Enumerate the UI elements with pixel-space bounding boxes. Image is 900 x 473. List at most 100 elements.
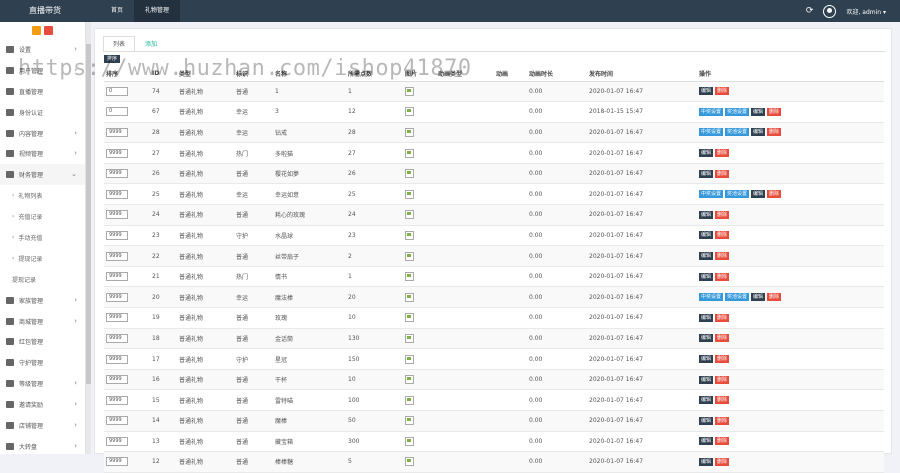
sidebar-item[interactable]: › 礼物列表 <box>0 185 85 206</box>
delete-button[interactable]: 删除 <box>715 334 730 343</box>
delete-button[interactable]: 删除 <box>715 149 730 158</box>
delete-button[interactable]: 删除 <box>715 231 730 240</box>
edit-button[interactable]: 编辑 <box>699 416 714 425</box>
edit-button[interactable]: 编辑 <box>699 149 714 158</box>
sort-order-input[interactable]: 0 <box>106 107 128 117</box>
gift-name: 樱花如夢 <box>275 171 300 179</box>
edit-button[interactable]: 编辑 <box>699 396 714 405</box>
win-settings-button[interactable]: 中奖设置 <box>699 293 724 302</box>
tab-add[interactable]: 添加 <box>135 36 167 52</box>
sort-order-input[interactable]: 0 <box>106 86 128 96</box>
delete-button[interactable]: 删除 <box>715 416 730 425</box>
delete-button[interactable]: 删除 <box>715 169 730 178</box>
edit-button[interactable]: 编辑 <box>751 190 766 199</box>
edit-button[interactable]: 编辑 <box>699 252 714 261</box>
edit-button[interactable]: 编辑 <box>699 457 714 466</box>
sidebar-item[interactable]: 店铺管理 › <box>0 415 85 436</box>
delete-button[interactable]: 删除 <box>715 313 730 322</box>
win-settings-button[interactable]: 中奖设置 <box>699 107 724 116</box>
table-row: 9999 12 普通礼物 普通 棒棒糖 5 0.00 2020-01-07 16:47 编辑 删除 <box>104 451 884 473</box>
home-icon[interactable] <box>32 26 41 35</box>
delete-button[interactable]: 删除 <box>715 355 730 364</box>
sidebar-item[interactable]: 守护管理 <box>0 352 85 373</box>
pool-settings-button[interactable]: 奖池设置 <box>725 107 750 116</box>
topnav-home[interactable]: 首页 <box>100 0 134 22</box>
win-settings-button[interactable]: 中奖设置 <box>699 128 724 137</box>
sort-order-input[interactable]: 9999 <box>106 148 128 158</box>
sort-order-input[interactable]: 9999 <box>106 436 128 446</box>
edit-button[interactable]: 编辑 <box>751 293 766 302</box>
delete-button[interactable]: 删除 <box>715 437 730 446</box>
sort-order-input[interactable]: 9999 <box>106 272 128 282</box>
edit-button[interactable]: 编辑 <box>699 334 714 343</box>
delete-button[interactable]: 删除 <box>715 396 730 405</box>
refresh-icon[interactable]: ⟳ <box>806 6 814 16</box>
sidebar-item[interactable]: 红包管理 <box>0 331 85 352</box>
topnav-gift-management[interactable]: 礼物管理 <box>134 0 181 22</box>
sort-order-input[interactable]: 9999 <box>106 169 128 179</box>
delete-button[interactable]: 删除 <box>715 375 730 384</box>
edit-button[interactable]: 编辑 <box>699 313 714 322</box>
edit-button[interactable]: 编辑 <box>699 437 714 446</box>
sidebar-item[interactable]: 家族管理 › <box>0 290 85 311</box>
edit-button[interactable]: 编辑 <box>751 128 766 137</box>
edit-button[interactable]: 编辑 <box>699 272 714 281</box>
sidebar-scroll-thumb[interactable] <box>86 44 91 384</box>
sidebar-item[interactable]: 商城管理 › <box>0 311 85 332</box>
sort-order-input[interactable]: 9999 <box>106 457 128 467</box>
sidebar-item[interactable]: 直播管理 <box>0 81 85 102</box>
sort-order-input[interactable]: 9999 <box>106 333 128 343</box>
edit-button[interactable]: 编辑 <box>699 375 714 384</box>
edit-button[interactable]: 编辑 <box>699 169 714 178</box>
sort-order-input[interactable]: 9999 <box>106 210 128 220</box>
edit-button[interactable]: 编辑 <box>699 210 714 219</box>
gift-price: 50 <box>348 417 356 425</box>
sort-order-input[interactable]: 9999 <box>106 251 128 261</box>
sidebar-item[interactable]: › 提现记录 <box>0 248 85 269</box>
trash-icon[interactable] <box>44 26 53 35</box>
edit-button[interactable]: 编辑 <box>699 87 714 96</box>
sidebar-item[interactable]: 用户管理 › <box>0 60 85 81</box>
pool-settings-button[interactable]: 奖池设置 <box>725 293 750 302</box>
sidebar-item[interactable]: 设置 › <box>0 39 85 60</box>
sidebar-item[interactable]: 内容管理 › <box>0 123 85 144</box>
edit-button[interactable]: 编辑 <box>699 355 714 364</box>
sidebar-item[interactable]: › 充值记录 <box>0 206 85 227</box>
sort-order-input[interactable]: 9999 <box>106 127 128 137</box>
sidebar-item[interactable]: 邀请奖励 › <box>0 394 85 415</box>
sidebar-item[interactable]: 视频管理 › <box>0 143 85 164</box>
sort-order-input[interactable]: 9999 <box>106 395 128 405</box>
sidebar-item[interactable]: 身份认证 <box>0 102 85 123</box>
edit-button[interactable]: 编辑 <box>751 107 766 116</box>
edit-button[interactable]: 编辑 <box>699 231 714 240</box>
delete-button[interactable]: 删除 <box>715 457 730 466</box>
sort-button[interactable]: 排序 <box>104 55 121 63</box>
sidebar-item[interactable]: 财务管理 ⌄ <box>0 164 85 186</box>
delete-button[interactable]: 删除 <box>715 87 730 96</box>
sort-order-input[interactable]: 9999 <box>106 230 128 240</box>
user-menu[interactable]: 欢迎, admin ▾ <box>846 7 886 16</box>
sidebar-item[interactable]: 提现记录 <box>0 269 85 290</box>
sort-order-input[interactable]: 9999 <box>106 416 128 426</box>
sort-order-input[interactable]: 9999 <box>106 189 128 199</box>
brand-logo[interactable]: 直播带货 <box>0 0 90 22</box>
delete-button[interactable]: 删除 <box>715 252 730 261</box>
delete-button[interactable]: 删除 <box>715 210 730 219</box>
sidebar-item[interactable]: 大转盘 › <box>0 436 85 454</box>
sort-order-input[interactable]: 9999 <box>106 375 128 385</box>
delete-button[interactable]: 删除 <box>767 190 782 199</box>
pool-settings-button[interactable]: 奖池设置 <box>725 190 750 199</box>
delete-button[interactable]: 删除 <box>767 293 782 302</box>
sort-order-input[interactable]: 9999 <box>106 313 128 323</box>
sidebar-item[interactable]: › 手动充值 <box>0 227 85 248</box>
tab-list[interactable]: 列表 <box>103 36 136 52</box>
delete-button[interactable]: 删除 <box>715 272 730 281</box>
avatar[interactable] <box>823 4 837 18</box>
win-settings-button[interactable]: 中奖设置 <box>699 190 724 199</box>
delete-button[interactable]: 删除 <box>767 107 782 116</box>
pool-settings-button[interactable]: 奖池设置 <box>725 128 750 137</box>
sort-order-input[interactable]: 9999 <box>106 354 128 364</box>
sidebar-item[interactable]: 等级管理 › <box>0 373 85 394</box>
delete-button[interactable]: 删除 <box>767 128 782 137</box>
sort-order-input[interactable]: 9999 <box>106 292 128 302</box>
